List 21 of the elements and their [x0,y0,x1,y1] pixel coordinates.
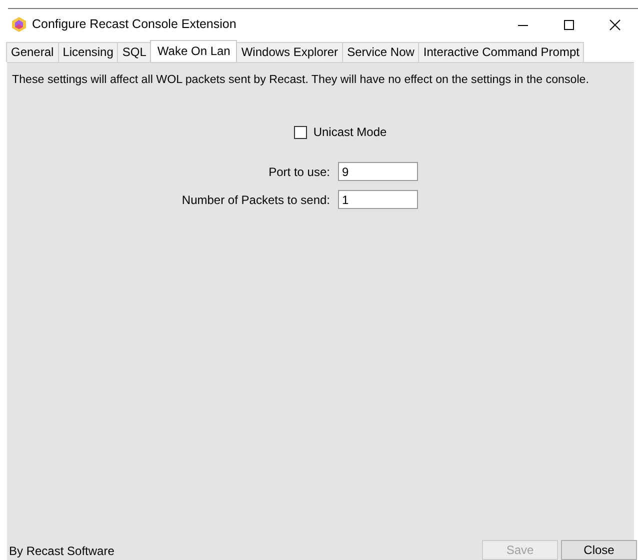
checkbox-label: Unicast Mode [313,124,387,142]
input-field[interactable]: 9 [338,162,418,182]
tab[interactable]: Interactive Command Prompt [418,42,584,62]
app-logo-icon [12,17,26,32]
description-text: These settings will affect all WOL packets sent by Recast. They will have no effect on the settings in the console. [11,72,590,88]
tab[interactable]: Wake On Lan [150,40,238,62]
tab[interactable]: Service Now [342,42,420,62]
minimize-icon [518,24,528,26]
window-title: Configure Recast Console Extension [32,16,236,34]
tab[interactable]: General [6,42,59,62]
tab[interactable]: Windows Explorer [236,42,344,62]
footer-text: By Recast Software [9,543,114,560]
unicast-checkbox[interactable] [294,126,308,139]
close-button[interactable]: Close [561,540,637,560]
input-field[interactable]: 1 [338,190,418,210]
tab[interactable]: Licensing [58,42,118,62]
field-label: Port to use: [268,164,330,181]
field-label: Number of Packets to send: [180,192,330,209]
close-icon [609,18,621,30]
tab[interactable]: SQL [117,42,152,62]
maximize-icon [563,18,575,30]
